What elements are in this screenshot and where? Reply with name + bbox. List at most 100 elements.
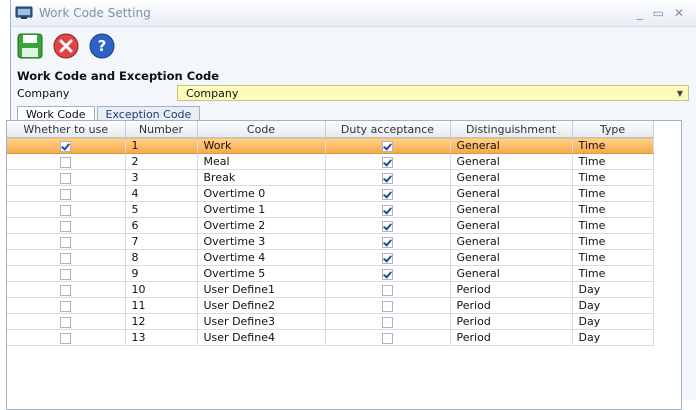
type-cell[interactable]: Time: [572, 249, 654, 266]
duty-acceptance-checkbox[interactable]: [382, 188, 393, 200]
distinguishment-cell[interactable]: General: [450, 169, 573, 186]
code-cell[interactable]: Meal: [197, 153, 326, 170]
type-cell[interactable]: Day: [572, 281, 654, 298]
table-row[interactable]: 8 Overtime 4 General Time: [7, 249, 654, 266]
maximize-icon[interactable]: ▭: [653, 6, 664, 20]
chevron-down-icon[interactable]: ▼: [672, 86, 688, 100]
duty-acceptance-checkbox[interactable]: [382, 332, 393, 344]
number-cell[interactable]: 3: [125, 169, 198, 186]
use-checkbox[interactable]: [60, 156, 72, 168]
code-cell[interactable]: Work: [197, 137, 326, 154]
code-cell[interactable]: Overtime 2: [197, 217, 326, 234]
type-cell[interactable]: Day: [572, 297, 654, 314]
use-checkbox[interactable]: [60, 204, 72, 216]
use-checkbox[interactable]: [60, 220, 72, 232]
table-row[interactable]: 12 User Define3 Period Day: [7, 313, 654, 330]
distinguishment-cell[interactable]: General: [450, 201, 573, 218]
type-cell[interactable]: Time: [572, 153, 654, 170]
distinguishment-cell[interactable]: Period: [450, 329, 573, 346]
number-cell[interactable]: 5: [125, 201, 198, 218]
number-cell[interactable]: 11: [125, 297, 198, 314]
distinguishment-cell[interactable]: Period: [450, 313, 573, 330]
duty-acceptance-checkbox[interactable]: [382, 172, 393, 184]
table-row[interactable]: 5 Overtime 1 General Time: [7, 201, 654, 218]
code-cell[interactable]: Overtime 5: [197, 265, 326, 282]
code-cell[interactable]: User Define2: [197, 297, 326, 314]
use-checkbox[interactable]: [60, 252, 72, 264]
duty-acceptance-checkbox[interactable]: [382, 284, 393, 296]
type-cell[interactable]: Time: [572, 201, 654, 218]
number-cell[interactable]: 12: [125, 313, 198, 330]
distinguishment-cell[interactable]: General: [450, 233, 573, 250]
number-cell[interactable]: 6: [125, 217, 198, 234]
type-cell[interactable]: Time: [572, 137, 654, 154]
duty-acceptance-checkbox[interactable]: [382, 300, 393, 312]
company-select[interactable]: Company ▼: [177, 85, 689, 101]
cancel-button[interactable]: [51, 31, 81, 61]
duty-acceptance-checkbox[interactable]: [382, 156, 393, 168]
code-cell[interactable]: User Define3: [197, 313, 326, 330]
distinguishment-cell[interactable]: General: [450, 153, 573, 170]
code-cell[interactable]: User Define4: [197, 329, 326, 346]
number-cell[interactable]: 9: [125, 265, 198, 282]
code-cell[interactable]: Overtime 0: [197, 185, 326, 202]
duty-acceptance-checkbox[interactable]: [382, 236, 393, 248]
type-cell[interactable]: Time: [572, 169, 654, 186]
help-button[interactable]: ?: [87, 31, 117, 61]
table-row[interactable]: 2 Meal General Time: [7, 153, 654, 170]
use-checkbox[interactable]: [60, 284, 72, 296]
col-code[interactable]: Code: [197, 121, 326, 138]
col-type[interactable]: Type: [572, 121, 654, 138]
code-cell[interactable]: User Define1: [197, 281, 326, 298]
type-cell[interactable]: Time: [572, 185, 654, 202]
use-checkbox[interactable]: [60, 332, 72, 344]
table-row[interactable]: 6 Overtime 2 General Time: [7, 217, 654, 234]
table-row[interactable]: 10 User Define1 Period Day: [7, 281, 654, 298]
number-cell[interactable]: 8: [125, 249, 198, 266]
use-checkbox[interactable]: [60, 316, 72, 328]
minimize-icon[interactable]: _: [637, 6, 643, 20]
use-checkbox[interactable]: [60, 236, 72, 248]
table-row[interactable]: 3 Break General Time: [7, 169, 654, 186]
col-distinguishment[interactable]: Distinguishment: [450, 121, 573, 138]
type-cell[interactable]: Time: [572, 265, 654, 282]
table-row[interactable]: 1 Work General Time: [7, 137, 654, 154]
duty-acceptance-checkbox[interactable]: [382, 268, 393, 280]
distinguishment-cell[interactable]: General: [450, 185, 573, 202]
duty-acceptance-checkbox[interactable]: [382, 220, 393, 232]
table-row[interactable]: 9 Overtime 5 General Time: [7, 265, 654, 282]
duty-acceptance-checkbox[interactable]: [382, 140, 393, 152]
distinguishment-cell[interactable]: General: [450, 217, 573, 234]
distinguishment-cell[interactable]: Period: [450, 297, 573, 314]
close-window-icon[interactable]: ✕: [674, 6, 684, 20]
save-button[interactable]: [15, 31, 45, 61]
number-cell[interactable]: 10: [125, 281, 198, 298]
distinguishment-cell[interactable]: General: [450, 265, 573, 282]
table-row[interactable]: 4 Overtime 0 General Time: [7, 185, 654, 202]
duty-acceptance-checkbox[interactable]: [382, 252, 393, 264]
code-cell[interactable]: Overtime 3: [197, 233, 326, 250]
use-checkbox[interactable]: [60, 268, 72, 280]
distinguishment-cell[interactable]: Period: [450, 281, 573, 298]
use-checkbox[interactable]: [60, 188, 72, 200]
table-row[interactable]: 7 Overtime 3 General Time: [7, 233, 654, 250]
distinguishment-cell[interactable]: General: [450, 249, 573, 266]
type-cell[interactable]: Time: [572, 217, 654, 234]
number-cell[interactable]: 2: [125, 153, 198, 170]
code-cell[interactable]: Break: [197, 169, 326, 186]
use-checkbox[interactable]: [60, 172, 72, 184]
use-checkbox[interactable]: [60, 140, 72, 152]
table-row[interactable]: 13 User Define4 Period Day: [7, 329, 654, 346]
table-row[interactable]: 11 User Define2 Period Day: [7, 297, 654, 314]
number-cell[interactable]: 13: [125, 329, 198, 346]
distinguishment-cell[interactable]: General: [450, 137, 573, 154]
code-cell[interactable]: Overtime 4: [197, 249, 326, 266]
col-number[interactable]: Number: [125, 121, 198, 138]
duty-acceptance-checkbox[interactable]: [382, 204, 393, 216]
number-cell[interactable]: 7: [125, 233, 198, 250]
number-cell[interactable]: 4: [125, 185, 198, 202]
number-cell[interactable]: 1: [125, 137, 198, 154]
type-cell[interactable]: Day: [572, 313, 654, 330]
use-checkbox[interactable]: [60, 300, 72, 312]
col-whether-to-use[interactable]: Whether to use: [7, 121, 126, 138]
